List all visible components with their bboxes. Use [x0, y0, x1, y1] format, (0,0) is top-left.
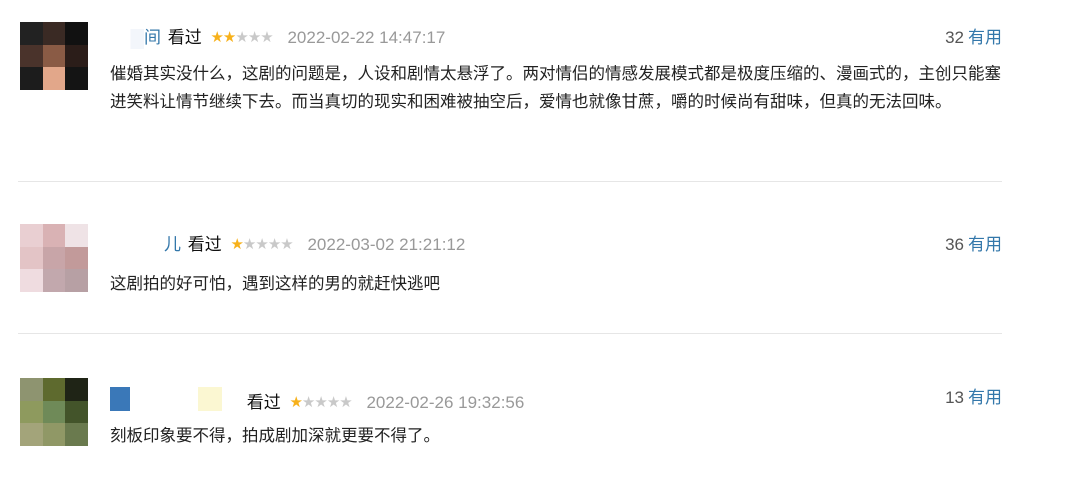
useful-button[interactable]: 有用	[968, 388, 1002, 407]
star-icon: ★	[230, 236, 243, 253]
vote-count: 32	[945, 28, 964, 47]
star-icon: ★	[255, 236, 268, 253]
watched-label: 看过	[246, 393, 281, 412]
useful-vote: 32 有用	[945, 27, 1002, 49]
rating-stars: ★★★★★	[289, 394, 352, 411]
comment-text: 这剧拍的好可怕，遇到这样的男的就赶快逃吧	[110, 275, 440, 293]
comment-time: 2022-03-02 21:21:12	[307, 235, 466, 254]
comment-meta: 间 看过 ★★★★★ 2022-02-22 14:47:17	[110, 27, 445, 49]
comment-time: 2022-02-22 14:47:17	[287, 28, 446, 47]
star-icon: ★	[326, 394, 340, 411]
comment-text: 刻板印象要不得，拍成剧加深就更要不得了。	[110, 427, 440, 445]
username-link[interactable]: 间	[144, 27, 161, 49]
star-icon: ★	[247, 29, 261, 46]
vote-count: 36	[945, 235, 964, 254]
comment-meta: 儿 看过 ★★★★★ 2022-03-02 21:21:12	[110, 234, 465, 256]
star-icon: ★	[339, 394, 352, 411]
username-mosaic	[110, 235, 164, 256]
watched-label: 看过	[187, 235, 222, 254]
star-icon: ★	[210, 29, 223, 46]
username-mosaic	[110, 28, 144, 49]
star-icon: ★	[242, 236, 256, 253]
avatar[interactable]	[20, 378, 88, 446]
star-icon: ★	[260, 29, 273, 46]
star-icon: ★	[301, 394, 315, 411]
useful-vote: 36 有用	[945, 234, 1002, 256]
rating-stars: ★★★★★	[230, 236, 293, 253]
star-icon: ★	[235, 29, 248, 46]
divider	[18, 333, 1002, 334]
star-icon: ★	[280, 236, 293, 253]
star-icon: ★	[314, 394, 327, 411]
useful-vote: 13 有用	[945, 387, 1002, 409]
comment-time: 2022-02-26 19:32:56	[366, 393, 525, 412]
watched-label: 看过	[167, 28, 202, 47]
avatar[interactable]	[20, 224, 88, 292]
avatar[interactable]	[20, 22, 88, 90]
rating-stars: ★★★★★	[210, 29, 273, 46]
vote-count: 13	[945, 388, 964, 407]
username-link[interactable]: 儿	[164, 234, 181, 256]
username-mosaic	[110, 387, 240, 411]
star-icon: ★	[289, 394, 302, 411]
useful-button[interactable]: 有用	[968, 235, 1002, 254]
star-icon: ★	[222, 29, 236, 46]
useful-button[interactable]: 有用	[968, 28, 1002, 47]
comment-meta: 看过 ★★★★★ 2022-02-26 19:32:56	[110, 387, 525, 412]
comment-text: 催婚其实没什么，这剧的问题是，人设和剧情太悬浮了。两对情侣的情感发展模式都是极度…	[110, 65, 1001, 111]
divider	[18, 181, 1002, 182]
star-icon: ★	[267, 236, 281, 253]
